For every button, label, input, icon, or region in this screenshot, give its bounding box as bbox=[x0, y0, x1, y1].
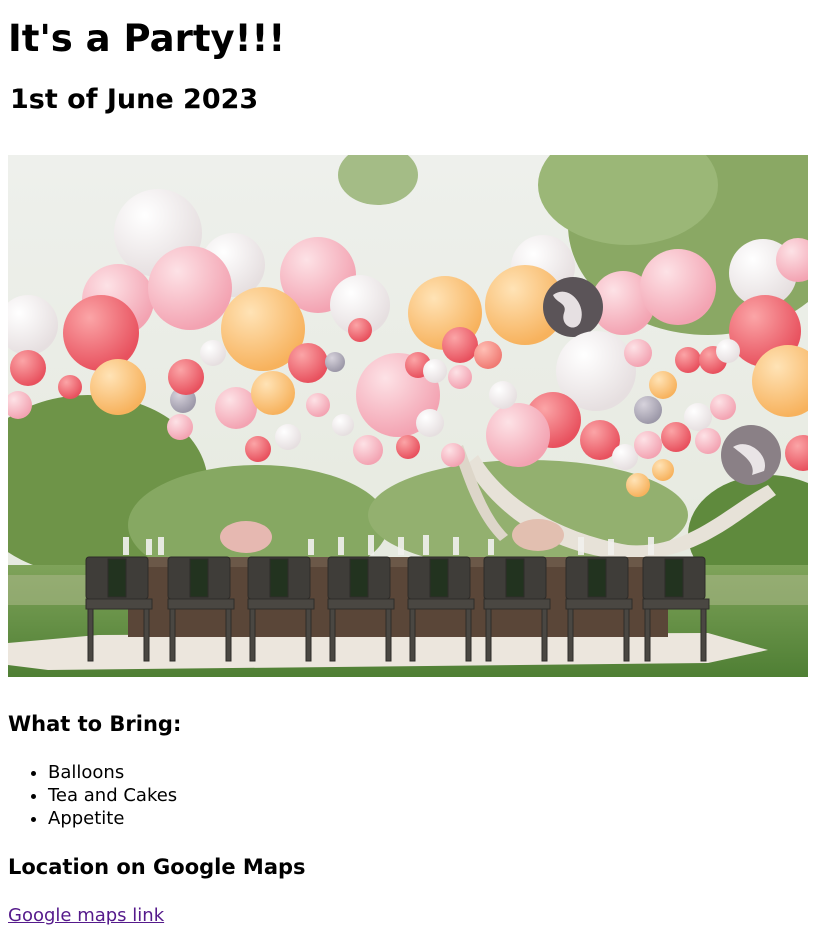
page-title: It's a Party!!! bbox=[8, 17, 286, 60]
location-heading: Location on Google Maps bbox=[8, 855, 306, 879]
page: It's a Party!!! 1st of June 2023 What to… bbox=[0, 0, 826, 927]
list-item: Appetite bbox=[48, 807, 818, 830]
list-item: Tea and Cakes bbox=[48, 784, 818, 807]
what-to-bring-heading: What to Bring: bbox=[8, 712, 182, 736]
list-item: Balloons bbox=[48, 761, 818, 784]
event-date: 1st of June 2023 bbox=[10, 84, 259, 115]
google-maps-link[interactable]: Google maps link bbox=[8, 904, 164, 927]
party-photo bbox=[8, 155, 808, 677]
bring-list: Balloons Tea and Cakes Appetite bbox=[8, 761, 818, 830]
